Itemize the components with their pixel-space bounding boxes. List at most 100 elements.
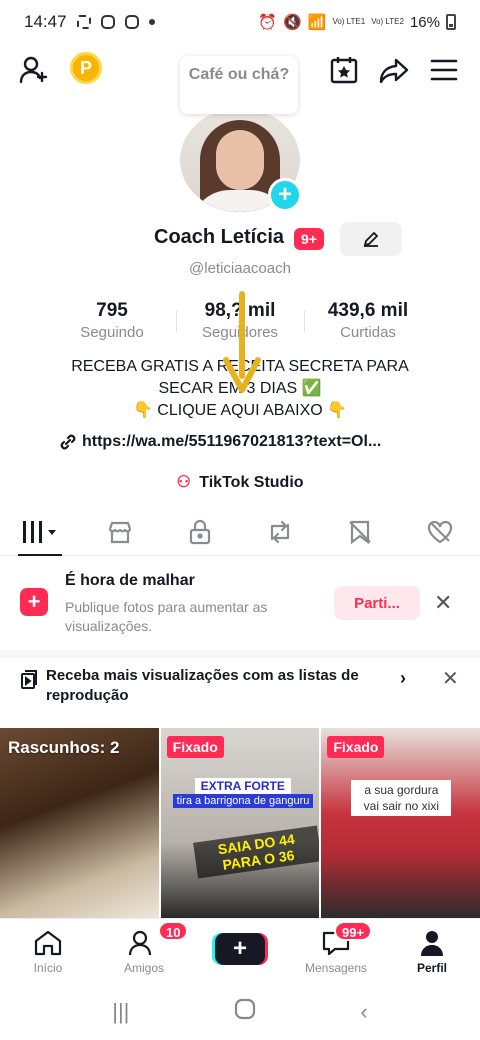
video-tile[interactable]: Fixado EXTRA FORTE tira a barrigona de g…: [160, 728, 320, 918]
edit-profile-button[interactable]: [340, 222, 402, 256]
tab-private[interactable]: [160, 508, 240, 555]
nav-create[interactable]: +: [192, 919, 288, 984]
home-icon: [34, 930, 62, 956]
friends-icon: [128, 930, 152, 956]
repost-icon: [270, 520, 290, 543]
profile-handle: @leticiaacoach: [189, 260, 291, 277]
name-badge[interactable]: 9+: [294, 228, 324, 250]
back-icon[interactable]: ‹: [360, 999, 367, 1025]
add-friend-button[interactable]: [16, 52, 52, 88]
notification-dot-icon: [148, 19, 155, 25]
nav-friends[interactable]: 10 Amigos: [96, 919, 192, 984]
video-caption: a sua gordura vai sair no xixi: [351, 780, 452, 816]
profile-icon: [421, 931, 443, 956]
create-plus-icon: +: [215, 933, 265, 965]
bio-link[interactable]: https://wa.me/5511967021813?text=Ol...: [58, 432, 428, 452]
lock-icon: [189, 519, 211, 544]
promo-subtitle: Publique fotos para aumentar as visualiz…: [65, 599, 268, 634]
stat-value: 795: [96, 300, 128, 321]
nav-home[interactable]: Início: [0, 919, 96, 984]
battery-percent: 16%: [409, 13, 440, 31]
instagram-icon-2: [124, 15, 139, 29]
video-caption: EXTRA FORTE: [194, 778, 291, 794]
chevron-right-icon[interactable]: ›: [400, 668, 406, 689]
nav-messages[interactable]: 99+ Mensagens: [288, 919, 384, 984]
calendar-button[interactable]: [326, 52, 362, 88]
section-divider: [0, 650, 480, 658]
name-row: Coach Letícia 9+: [0, 222, 480, 256]
nav-label: Amigos: [123, 961, 164, 975]
hamburger-icon: [430, 59, 458, 81]
sim2-signal: Vo) LTE2: [371, 17, 404, 26]
close-icon[interactable]: ✕: [434, 590, 452, 616]
menu-button[interactable]: [426, 52, 462, 88]
video-tile[interactable]: Fixado a sua gordura vai sair no xixi: [321, 728, 480, 918]
stat-likes[interactable]: 439,6 mil Curtidas: [304, 300, 432, 346]
messages-count-badge: 99+: [334, 921, 373, 941]
wifi-icon: 📶: [307, 14, 327, 31]
note-bubble[interactable]: Café ou chá?: [180, 56, 298, 114]
tab-shop[interactable]: [80, 508, 160, 555]
stat-value: 439,6 mil: [327, 300, 409, 321]
share-icon: [379, 58, 409, 84]
nav-label: Início: [33, 961, 63, 975]
calendar-star-icon: [330, 57, 358, 84]
promo-title: É hora de malhar: [65, 572, 195, 589]
bottom-nav: Início 10 Amigos + 99+ Mensagens Perfil: [0, 918, 480, 984]
close-icon[interactable]: ✕: [442, 666, 459, 691]
studio-user-icon: ⚇: [176, 474, 191, 491]
screenshot-icon: [76, 15, 91, 29]
playlist-icon: [21, 670, 37, 689]
promo-cta-button[interactable]: Parti...: [334, 586, 420, 620]
shop-icon: [108, 521, 132, 543]
stat-label: Seguindo: [80, 324, 144, 341]
profile-name: Coach Letícia: [154, 226, 285, 248]
status-time: 14:47: [24, 12, 67, 31]
heart-hidden-icon: [427, 520, 453, 543]
stat-following[interactable]: 795 Seguindo: [48, 300, 176, 346]
drafts-tile[interactable]: Rascunhos: 2: [0, 728, 159, 918]
system-nav-bar: ||| ‹: [0, 984, 480, 1040]
down-arrow-overlay-icon: [223, 291, 261, 393]
video-caption: SAIA DO 44 PARA O 36: [192, 825, 320, 879]
coin-icon[interactable]: P: [70, 52, 102, 84]
status-bar: 14:47 ⏰ 🔇 📶 Vo) LTE1 Vo) LTE2 16%: [0, 0, 480, 44]
instagram-icon: [100, 15, 115, 29]
grid-icon: [23, 520, 56, 543]
studio-label: TikTok Studio: [199, 474, 304, 491]
drafts-label: Rascunhos: 2: [8, 738, 120, 757]
video-caption: tira a barrigona de ganguru: [172, 794, 314, 808]
nav-label: Mensagens: [304, 961, 368, 975]
pinned-badge: Fixado: [166, 736, 224, 758]
add-story-button[interactable]: +: [268, 178, 302, 212]
add-photo-icon: +: [20, 588, 48, 616]
content-tabs: [0, 508, 480, 556]
add-user-icon: [19, 56, 48, 84]
battery-icon: [446, 14, 456, 30]
tiktok-studio-link[interactable]: ⚇ TikTok Studio: [0, 472, 480, 492]
workout-promo-card: + É hora de malhar Publique fotos para a…: [0, 566, 480, 642]
alarm-icon: ⏰: [258, 14, 278, 31]
tab-saved[interactable]: [320, 508, 400, 555]
home-system-icon[interactable]: [234, 998, 256, 1026]
nav-label: Perfil: [416, 961, 447, 975]
share-button[interactable]: [376, 52, 412, 88]
playlist-banner-text: Receba mais visualizações com as listas …: [46, 667, 359, 704]
pinned-badge: Fixado: [327, 736, 385, 758]
recent-apps-icon[interactable]: |||: [112, 999, 129, 1025]
bookmark-hidden-icon: [349, 520, 371, 544]
bio-line: 👇 CLIQUE AQUI ABAIXO 👇: [132, 402, 348, 419]
playlist-banner[interactable]: Receba mais visualizações com as listas …: [0, 662, 480, 718]
bio-link-text: https://wa.me/5511967021813?text=Ol...: [82, 433, 382, 450]
pencil-icon: [363, 231, 379, 247]
tab-liked[interactable]: [400, 508, 480, 555]
tab-reposts[interactable]: [240, 508, 320, 555]
tab-videos[interactable]: [0, 508, 80, 556]
video-grid: Rascunhos: 2 Fixado EXTRA FORTE tira a b…: [0, 728, 480, 918]
mute-icon: 🔇: [283, 14, 302, 31]
link-icon: [60, 434, 76, 450]
sim1-signal: Vo) LTE1: [332, 17, 366, 26]
friends-count-badge: 10: [158, 921, 189, 941]
nav-profile[interactable]: Perfil: [384, 919, 480, 984]
stat-label: Curtidas: [340, 324, 396, 341]
